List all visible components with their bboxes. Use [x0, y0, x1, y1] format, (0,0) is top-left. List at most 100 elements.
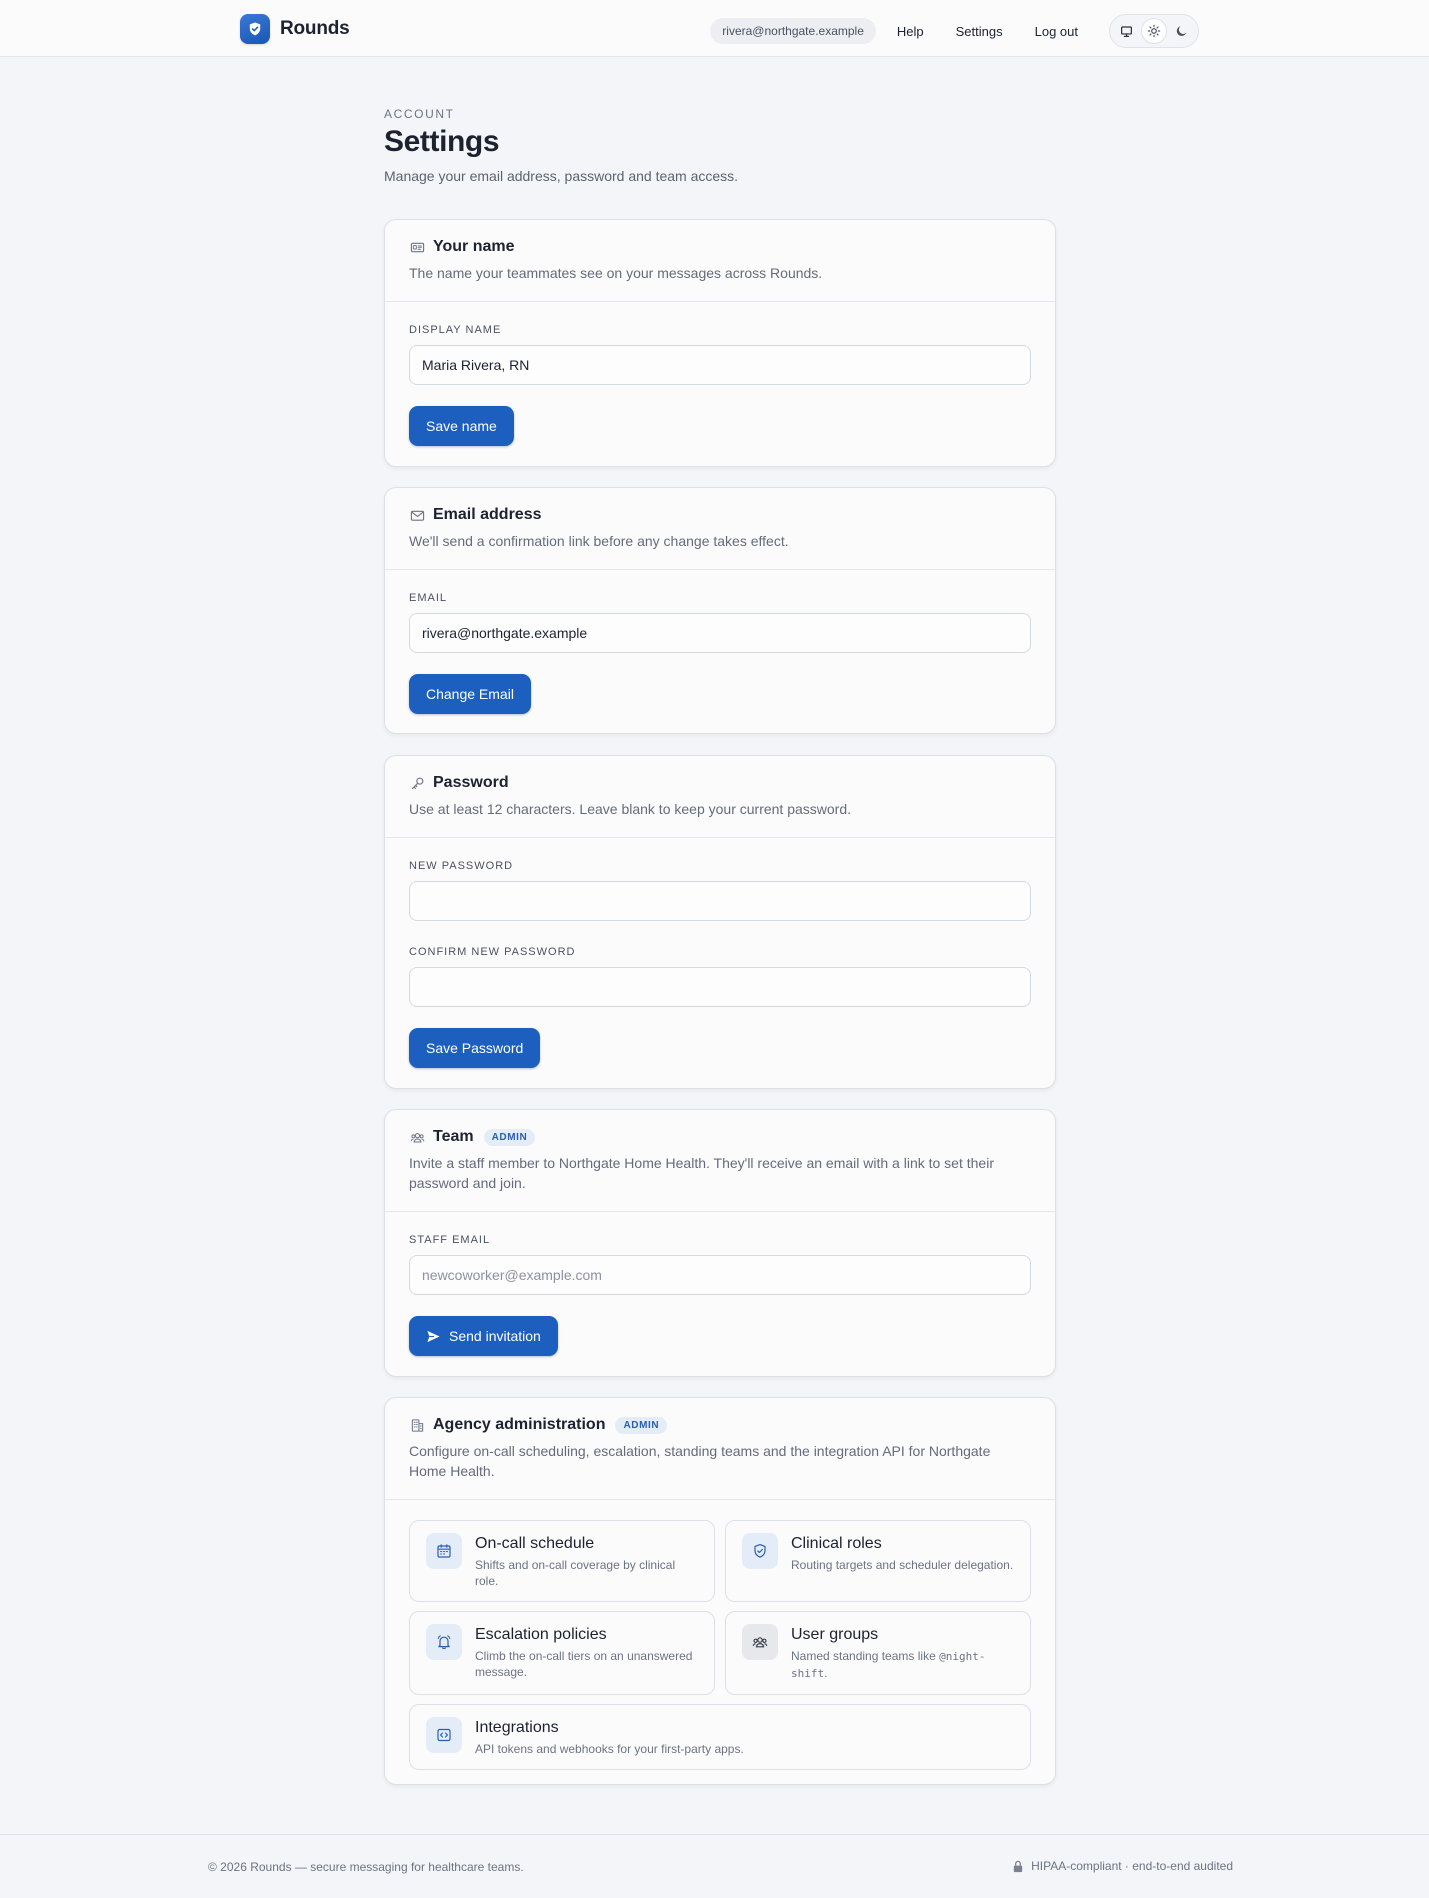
new-password-field: NEW PASSWORD [409, 860, 1031, 921]
send-invitation-button[interactable]: Send invitation [409, 1316, 558, 1356]
new-password-input[interactable] [409, 881, 1031, 921]
new-password-label: NEW PASSWORD [409, 860, 514, 872]
footer: © 2026 Rounds — secure messaging for hea… [0, 1834, 1429, 1898]
name-card: Your name The name your teammates see on… [384, 219, 1056, 467]
tile-title: User groups [791, 1626, 879, 1643]
name-card-header: Your name The name your teammates see on… [385, 220, 1055, 302]
page-title: Settings [384, 125, 500, 158]
tile-title: Escalation policies [475, 1626, 607, 1643]
admin-badge: ADMIN [483, 1128, 536, 1146]
display-name-label: DISPLAY NAME [409, 324, 502, 336]
change-email-button[interactable]: Change Email [409, 674, 531, 714]
team-card-header: Team ADMIN Invite a staff member to Nort… [385, 1110, 1055, 1212]
agency-admin-card-description: Configure on-call scheduling, escalation… [409, 1443, 991, 1479]
escalation-policies-link[interactable]: Escalation policies Climb the on-call ti… [409, 1611, 715, 1695]
staff-email-field: STAFF EMAIL [409, 1234, 1031, 1295]
name-card-description: The name your teammates see on your mess… [409, 265, 823, 281]
brand-shield-icon [240, 14, 270, 44]
nav-help-link[interactable]: Help [886, 18, 935, 45]
save-name-button-label: Save name [426, 418, 497, 434]
calendar-icon [426, 1533, 462, 1569]
tile-description: API tokens and webhooks for your first-p… [475, 1742, 744, 1756]
email-input[interactable] [409, 613, 1031, 653]
tile-description: Routing targets and scheduler delegation… [791, 1558, 1014, 1572]
theme-light-button[interactable] [1141, 18, 1167, 44]
top-navigation: Rounds rivera@northgate.example Help Set… [0, 0, 1429, 57]
password-card-description: Use at least 12 characters. Leave blank … [409, 801, 852, 817]
email-card-description: We'll send a confirmation link before an… [409, 533, 789, 549]
staff-email-input[interactable] [409, 1255, 1031, 1295]
monitor-icon [1120, 25, 1132, 37]
tile-title: Clinical roles [791, 1535, 882, 1552]
admin-links-grid: On-call schedule Shifts and on-call cove… [385, 1500, 1055, 1790]
tile-description-suffix: . [824, 1666, 828, 1680]
tile-title: On-call schedule [475, 1535, 595, 1552]
page-subtitle: Manage your email address, password and … [384, 168, 739, 184]
team-card-description: Invite a staff member to Northgate Home … [409, 1155, 994, 1191]
display-name-input[interactable] [409, 345, 1031, 385]
id-card-icon [409, 239, 425, 255]
user-email-pill: rivera@northgate.example [710, 18, 876, 44]
envelope-icon [409, 507, 425, 523]
integrations-link[interactable]: Integrations API tokens and webhooks for… [409, 1704, 1031, 1770]
team-card-body: STAFF EMAIL Send invitation [385, 1212, 1055, 1376]
team-card-title: Team [433, 1128, 474, 1145]
email-card-header: Email address We'll send a confirmation … [385, 488, 1055, 570]
shield-check-icon [742, 1533, 778, 1569]
agency-admin-card: Agency administration ADMIN Configure on… [384, 1397, 1056, 1785]
users-icon [409, 1129, 425, 1145]
name-card-body: DISPLAY NAME Save name [385, 302, 1055, 466]
password-card-body: NEW PASSWORD CONFIRM NEW PASSWORD Save P… [385, 838, 1055, 1088]
send-invitation-button-label: Send invitation [449, 1328, 541, 1344]
confirm-password-input[interactable] [409, 967, 1031, 1007]
code-icon [426, 1717, 462, 1753]
send-icon [427, 1330, 440, 1342]
tile-description-prefix: Named standing teams like [791, 1649, 940, 1663]
nav-logout-link[interactable]: Log out [1024, 18, 1089, 45]
confirm-password-label: CONFIRM NEW PASSWORD [409, 946, 576, 958]
bell-icon [426, 1624, 462, 1660]
email-card-title: Email address [433, 506, 542, 523]
theme-switcher [1109, 14, 1199, 48]
brand-name: Rounds [280, 18, 350, 39]
building-icon [409, 1417, 425, 1433]
nav-settings-link[interactable]: Settings [945, 18, 1014, 45]
password-card-header: Password Use at least 12 characters. Lea… [385, 756, 1055, 838]
users-icon [742, 1624, 778, 1660]
moon-icon [1176, 26, 1187, 36]
footer-compliance: HIPAA-compliant · end-to-end audited [1012, 1859, 1233, 1873]
email-card-body: EMAIL Change Email [385, 570, 1055, 734]
on-call-schedule-link[interactable]: On-call schedule Shifts and on-call cove… [409, 1520, 715, 1602]
email-card: Email address We'll send a confirmation … [384, 487, 1056, 734]
tile-title: Integrations [475, 1719, 559, 1736]
name-card-title: Your name [433, 238, 515, 255]
footer-compliance-text: HIPAA-compliant · end-to-end audited [1031, 1859, 1233, 1873]
email-label: EMAIL [409, 592, 448, 604]
agency-admin-card-title: Agency administration [433, 1416, 606, 1433]
password-card: Password Use at least 12 characters. Lea… [384, 755, 1056, 1089]
user-groups-link[interactable]: User groups Named standing teams like @n… [725, 1611, 1031, 1695]
tile-description: Climb the on-call tiers on an unanswered… [475, 1649, 693, 1679]
brand[interactable]: Rounds [240, 14, 350, 44]
admin-badge: ADMIN [615, 1416, 668, 1434]
lock-icon [1013, 1860, 1023, 1872]
confirm-password-field: CONFIRM NEW PASSWORD [409, 946, 1031, 1007]
agency-admin-card-header: Agency administration ADMIN Configure on… [385, 1398, 1055, 1500]
display-name-field: DISPLAY NAME [409, 324, 1031, 385]
nav-right: rivera@northgate.example Help Settings L… [710, 14, 1199, 48]
footer-copyright: © 2026 Rounds — secure messaging for hea… [208, 1860, 524, 1874]
sun-icon [1147, 24, 1161, 38]
page-eyebrow: ACCOUNT [384, 107, 455, 121]
staff-email-label: STAFF EMAIL [409, 1234, 491, 1246]
tile-description: Named standing teams like @night-shift. [791, 1648, 1014, 1682]
key-icon [409, 775, 425, 791]
clinical-roles-link[interactable]: Clinical roles Routing targets and sched… [725, 1520, 1031, 1602]
save-password-button-label: Save Password [426, 1040, 524, 1056]
change-email-button-label: Change Email [426, 686, 514, 702]
save-password-button[interactable]: Save Password [409, 1028, 541, 1068]
password-card-title: Password [433, 774, 509, 791]
theme-dark-button[interactable] [1169, 18, 1195, 44]
save-name-button[interactable]: Save name [409, 406, 514, 446]
tile-description: Shifts and on-call coverage by clinical … [475, 1558, 676, 1588]
theme-system-button[interactable] [1113, 18, 1139, 44]
